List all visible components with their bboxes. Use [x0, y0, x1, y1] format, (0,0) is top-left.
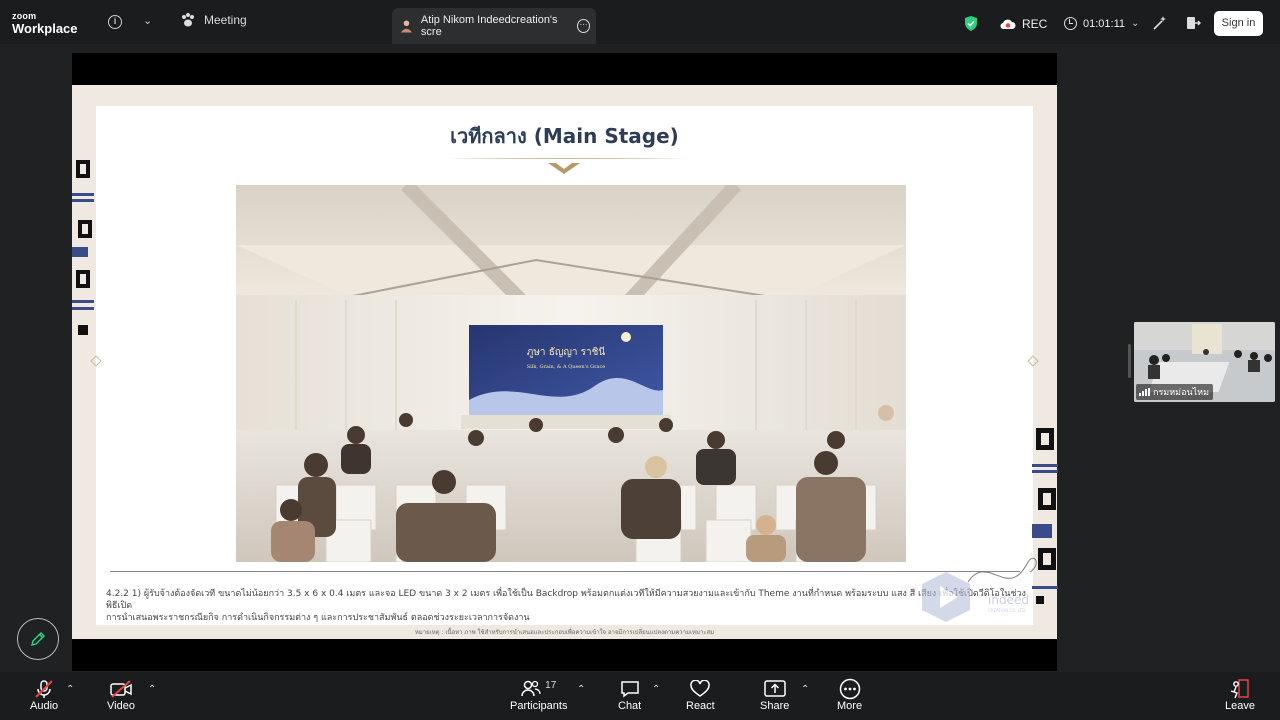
chat-options-caret[interactable]: ⌃ [652, 684, 660, 695]
participant-video-tile[interactable]: กรมหม่อนไหม [1134, 322, 1275, 402]
chat-label: Chat [618, 700, 642, 712]
participant-name: กรมหม่อนไหม [1153, 388, 1210, 398]
logo-text-top: zoom [12, 11, 37, 21]
backdrop-title: ภูษา ธัญญา ราชินี [527, 346, 606, 358]
chat-bubble-icon [620, 678, 640, 700]
user-avatar-icon [400, 20, 412, 33]
heart-icon [690, 678, 711, 700]
exit-fullscreen-icon[interactable] [1185, 15, 1201, 31]
more-dots-icon [839, 678, 861, 700]
recording-indicator[interactable]: REC [1000, 17, 1047, 31]
leave-label: Leave [1225, 700, 1255, 712]
caption-line-1: 4.2.2 1) ผู้รับจ้างต้องจัดเวที ขนาดไม่น้… [106, 589, 1026, 611]
pencil-icon [30, 631, 46, 647]
more-options-icon[interactable]: ··· [576, 19, 590, 33]
participants-icon: 17 [521, 678, 556, 700]
meeting-tab[interactable]: Meeting [180, 12, 247, 28]
thumbnail-drag-handle[interactable] [1128, 344, 1131, 378]
bottom-toolbar: Audio ⌃ Video ⌃ 17 Participants ⌃ Chat ⌃… [0, 672, 1280, 720]
video-button[interactable]: Video [107, 678, 135, 712]
indeed-watermark-logo: indeed CREATION CO.,LTD. [922, 557, 1037, 622]
share-label: Share [760, 700, 790, 712]
video-off-icon [109, 678, 133, 700]
paw-icon [182, 13, 194, 27]
caption-line-2: การนำเสนอพระราชกรณียกิจ การดำเนินกิจกรรม… [106, 613, 530, 623]
timer-value: 01:01:11 [1083, 17, 1126, 30]
caption-divider [110, 571, 1020, 572]
clock-icon [1064, 17, 1077, 30]
title-divider [446, 158, 686, 159]
audio-options-caret[interactable]: ⌃ [66, 684, 74, 695]
participants-options-caret[interactable]: ⌃ [577, 684, 585, 695]
leave-button[interactable]: Leave [1225, 678, 1255, 712]
info-icon[interactable]: i [108, 15, 122, 29]
more-button[interactable]: More [837, 678, 862, 712]
audio-button[interactable]: Audio [30, 678, 58, 712]
watermark-subtext: CREATION CO.,LTD. [988, 608, 1026, 613]
thai-pattern-left-decoration [72, 160, 94, 335]
title-ornament [548, 163, 580, 174]
cloud-record-icon [1000, 19, 1016, 30]
zoom-logo: zoom Workplace [12, 11, 78, 36]
signal-strength-icon [1139, 388, 1150, 396]
watermark-text: indeed [988, 593, 1029, 607]
meeting-tab-label: Meeting [204, 13, 247, 27]
mic-muted-icon [33, 678, 55, 700]
meeting-timer[interactable]: 01:01:11 ⌄ [1064, 17, 1139, 30]
share-options-caret[interactable]: ⌃ [801, 684, 809, 695]
participant-name-label: กรมหม่อนไหม [1136, 384, 1214, 400]
share-button[interactable]: Share [760, 678, 789, 712]
magic-wand-icon[interactable] [1152, 15, 1168, 31]
screen-share-tab[interactable]: Atip Nikom Indeedcreation's scre ··· [392, 8, 596, 44]
react-button[interactable]: React [686, 678, 715, 712]
more-label: More [837, 700, 863, 712]
participants-label: Participants [510, 700, 568, 712]
slide-title: เวทีกลาง (Main Stage) [450, 124, 679, 148]
react-label: React [686, 700, 715, 712]
rec-label: REC [1022, 17, 1048, 31]
backdrop-subtitle: Silk, Grain, & A Queen's Grace [527, 364, 606, 370]
chevron-down-icon[interactable]: ⌄ [143, 14, 152, 27]
screen-share-tab-label: Atip Nikom Indeedcreation's scre [420, 14, 558, 38]
annotate-button[interactable] [17, 618, 59, 660]
top-bar: zoom Workplace i ⌄ Meeting Atip Nikom In… [0, 0, 1280, 44]
thai-pattern-right-decoration [1032, 428, 1058, 604]
video-options-caret[interactable]: ⌃ [148, 684, 156, 695]
share-screen-icon [763, 678, 786, 700]
leave-icon [1229, 678, 1251, 700]
logo-text-bottom: Workplace [12, 21, 78, 36]
video-label: Video [107, 700, 135, 712]
chat-button[interactable]: Chat [618, 678, 641, 712]
slide-footnote: หมายเหตุ : เนื้อหา ภาพ ใช้สำหรับการนำเสน… [414, 629, 715, 636]
participants-count: 17 [545, 679, 557, 691]
main-stage-rendering-image: ภูษา ธัญญา ราชินี Silk, Grain, & A Queen… [236, 185, 906, 562]
sign-in-button[interactable]: Sign in [1214, 11, 1263, 36]
chevron-down-icon: ⌄ [1131, 18, 1140, 29]
audio-label: Audio [30, 700, 59, 712]
slide-caption: 4.2.2 1) ผู้รับจ้างต้องจัดเวที ขนาดไม่น้… [106, 588, 1026, 624]
shield-check-icon[interactable] [964, 16, 978, 31]
participants-button[interactable]: 17 Participants [510, 678, 568, 713]
slide-content: เวทีกลาง (Main Stage) ภูษา ธัญญา ราชินี … [96, 106, 1037, 625]
shared-slide: เวทีกลาง (Main Stage) ภูษา ธัญญา ราชินี … [72, 85, 1057, 639]
